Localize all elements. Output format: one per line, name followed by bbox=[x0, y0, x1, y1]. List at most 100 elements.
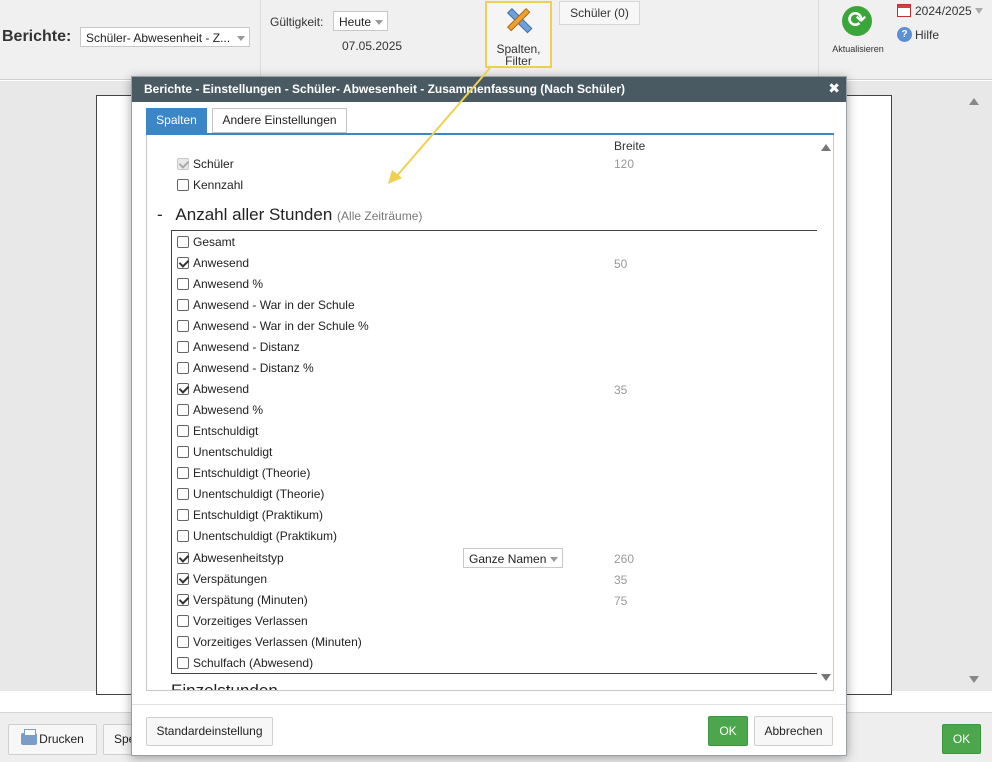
row-label: Anwesend - Distanz bbox=[193, 340, 300, 354]
row-label: Anwesend bbox=[193, 256, 250, 270]
checkbox-verspaetungen[interactable] bbox=[177, 573, 189, 585]
refresh-icon bbox=[842, 6, 872, 36]
row-label: Abwesenheitstyp bbox=[193, 551, 284, 565]
checkbox-gesamt[interactable] bbox=[177, 236, 189, 248]
berichte-label: Berichte: bbox=[2, 28, 72, 45]
row-label: Unentschuldigt bbox=[193, 445, 273, 459]
scroll-up-icon[interactable] bbox=[821, 144, 831, 151]
row-label: Unentschuldigt (Praktikum) bbox=[193, 529, 338, 543]
toolbar-divider bbox=[818, 0, 819, 80]
row-label: Abwesend % bbox=[193, 403, 264, 417]
checkbox-schulfach-abwesend[interactable] bbox=[177, 657, 189, 669]
collapse-toggle[interactable]: - bbox=[157, 205, 163, 224]
width-value: 50 bbox=[614, 257, 628, 271]
hilfe-link[interactable]: Hilfe bbox=[915, 28, 939, 42]
ok-page-button[interactable]: OK bbox=[942, 724, 981, 754]
row-label: Verspätungen bbox=[193, 572, 268, 586]
gueltigkeit-select-value: Heute bbox=[339, 15, 372, 29]
checkbox-anwesend-distanz-prozent[interactable] bbox=[177, 362, 189, 374]
row-label: Abwesend bbox=[193, 382, 250, 396]
row-label: Anwesend - War in der Schule % bbox=[193, 319, 369, 333]
date-display: 07.05.2025 bbox=[342, 39, 403, 53]
schueler-button[interactable]: Schüler (0) bbox=[559, 1, 640, 25]
chevron-down-icon bbox=[237, 36, 245, 41]
gueltigkeit-select[interactable]: Heute bbox=[333, 11, 388, 31]
checkbox-unentschuldigt-praktikum[interactable] bbox=[177, 530, 189, 542]
ruler-pencil-icon bbox=[506, 7, 533, 34]
row-label: Unentschuldigt (Theorie) bbox=[193, 487, 325, 501]
width-schueler: 120 bbox=[614, 157, 635, 171]
checkbox-vorzeitiges-verlassen[interactable] bbox=[177, 615, 189, 627]
breite-header: Breite bbox=[614, 139, 646, 153]
row-label: Entschuldigt (Praktikum) bbox=[193, 508, 324, 522]
checkbox-unentschuldigt[interactable] bbox=[177, 446, 189, 458]
row-label: Verspätung (Minuten) bbox=[193, 593, 308, 607]
section-subtitle: (Alle Zeiträume) bbox=[337, 209, 423, 223]
row-label: Vorzeitiges Verlassen bbox=[193, 614, 308, 628]
row-label: Schulfach (Abwesend) bbox=[193, 656, 314, 670]
drucken-button[interactable]: Drucken bbox=[8, 724, 97, 755]
toolbar: Berichte: Schüler- Abwesenheit - Z... Gü… bbox=[0, 0, 992, 80]
report-select-value: Schüler- Abwesenheit - Z... bbox=[86, 31, 231, 45]
chevron-down-icon bbox=[550, 557, 558, 562]
checkbox-abwesend-prozent[interactable] bbox=[177, 404, 189, 416]
row-label: Anwesend - Distanz % bbox=[193, 361, 314, 375]
calendar-icon bbox=[897, 4, 911, 17]
checkbox-anwesend[interactable] bbox=[177, 257, 189, 269]
checkbox-anwesend-schule-prozent[interactable] bbox=[177, 320, 189, 332]
checkbox-vorzeitiges-verlassen-minuten[interactable] bbox=[177, 636, 189, 648]
checkbox-entschuldigt-theorie[interactable] bbox=[177, 467, 189, 479]
abwesenheitstyp-select-value: Ganze Namen bbox=[469, 552, 547, 566]
checkbox-abwesend[interactable] bbox=[177, 383, 189, 395]
row-label: Anwesend - War in der Schule bbox=[193, 298, 355, 312]
checkbox-anwesend-prozent[interactable] bbox=[177, 278, 189, 290]
gueltigkeit-label: Gültigkeit: bbox=[270, 15, 324, 29]
checkbox-anwesend-schule[interactable] bbox=[177, 299, 189, 311]
row-label: Anwesend % bbox=[193, 277, 264, 291]
ok-button[interactable]: OK bbox=[708, 716, 748, 746]
width-value: 75 bbox=[614, 594, 628, 608]
checkbox-abwesenheitstyp[interactable] bbox=[177, 552, 189, 564]
width-value: 35 bbox=[614, 383, 628, 397]
row-label-schueler: Schüler bbox=[193, 157, 234, 171]
checkbox-entschuldigt[interactable] bbox=[177, 425, 189, 437]
dialog-header: Berichte - Einstellungen - Schüler- Abwe… bbox=[132, 77, 846, 102]
scroll-up-icon[interactable] bbox=[969, 98, 979, 105]
chevron-down-icon[interactable] bbox=[975, 8, 983, 14]
close-icon[interactable]: ✖ bbox=[828, 77, 840, 102]
drucken-label: Drucken bbox=[39, 732, 84, 746]
columns-panel: Breite Schüler 120 Kennzahl - Anzahl all… bbox=[146, 135, 834, 691]
tab-spalten[interactable]: Spalten bbox=[146, 108, 207, 133]
settings-dialog: Berichte - Einstellungen - Schüler- Abwe… bbox=[131, 76, 847, 756]
checkbox-entschuldigt-praktikum[interactable] bbox=[177, 509, 189, 521]
checkbox-kennzahl[interactable] bbox=[177, 179, 189, 191]
checkbox-verspaetung-minuten[interactable] bbox=[177, 594, 189, 606]
printer-icon bbox=[21, 729, 37, 745]
scroll-down-icon[interactable] bbox=[821, 674, 831, 681]
abbrechen-button[interactable]: Abbrechen bbox=[754, 716, 833, 746]
next-section-title: Einzelstunden bbox=[171, 681, 278, 691]
footer-divider bbox=[132, 704, 846, 705]
row-label: Entschuldigt (Theorie) bbox=[193, 466, 311, 480]
row-label-kennzahl: Kennzahl bbox=[193, 178, 244, 192]
aktualisieren-label: Aktualisieren bbox=[832, 44, 884, 54]
section-header[interactable]: - Anzahl aller Stunden (Alle Zeiträume) bbox=[157, 205, 422, 225]
spalten-filter-label-2: Filter bbox=[505, 54, 532, 68]
scroll-down-icon[interactable] bbox=[969, 676, 979, 683]
checkbox-anwesend-distanz[interactable] bbox=[177, 341, 189, 353]
checkbox-unentschuldigt-theorie[interactable] bbox=[177, 488, 189, 500]
school-year-select[interactable]: 2024/2025 bbox=[915, 4, 972, 18]
checkbox-schueler bbox=[177, 158, 189, 170]
row-label: Vorzeitiges Verlassen (Minuten) bbox=[193, 635, 362, 649]
report-select[interactable]: Schüler- Abwesenheit - Z... bbox=[80, 27, 250, 47]
spalten-filter-button[interactable]: Spalten, Filter bbox=[485, 1, 552, 68]
help-icon[interactable]: ? bbox=[897, 27, 912, 42]
width-value: 260 bbox=[614, 552, 635, 566]
width-value: 35 bbox=[614, 573, 628, 587]
standardeinstellung-button[interactable]: Standardeinstellung bbox=[146, 717, 273, 746]
chevron-down-icon bbox=[375, 20, 383, 25]
section-title: Anzahl aller Stunden bbox=[175, 205, 333, 224]
abwesenheitstyp-select[interactable]: Ganze Namen bbox=[463, 548, 563, 568]
toolbar-divider bbox=[260, 0, 261, 80]
tab-andere-einstellungen[interactable]: Andere Einstellungen bbox=[212, 108, 347, 133]
